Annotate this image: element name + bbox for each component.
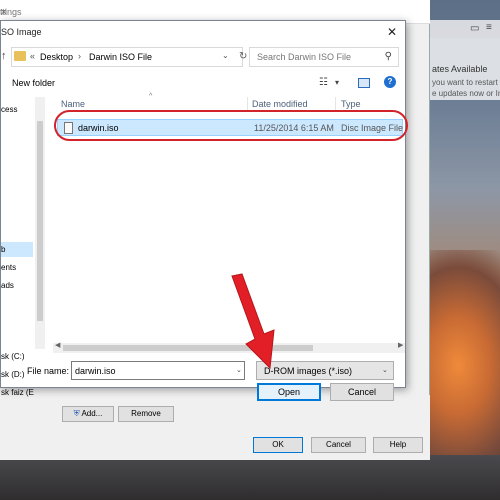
breadcrumb-desktop[interactable]: Desktop — [40, 52, 73, 62]
file-name-label: File name: — [27, 366, 70, 376]
column-header-type[interactable]: Type — [341, 99, 361, 109]
notification-icons-bar: ▭ ≡ — [430, 20, 500, 38]
nav-item-documents[interactable]: ents — [1, 263, 16, 272]
breadcrumb-chevron-icon: › — [78, 51, 81, 61]
dialog-title: SO Image — [1, 27, 42, 37]
column-divider[interactable] — [335, 97, 336, 111]
nav-selected-highlight — [1, 242, 33, 257]
address-row: ↑ « Desktop › Darwin ISO File ⌄ ↻ Search… — [1, 45, 405, 69]
update-title: ates Available — [432, 64, 488, 74]
update-notification[interactable]: ▭ ≡ — [430, 20, 500, 100]
scroll-right-icon[interactable]: ▶ — [398, 341, 403, 349]
search-icon[interactable]: ⚲ — [385, 51, 392, 62]
file-name-input[interactable]: darwin.iso — [71, 361, 245, 380]
open-button[interactable]: Open — [257, 383, 321, 401]
folder-icon — [14, 51, 26, 61]
ok-button[interactable]: OK — [253, 437, 303, 453]
settings-close-icon[interactable]: ✕ — [0, 7, 424, 18]
nav-scrollbar-thumb[interactable] — [37, 121, 43, 321]
file-name-value: darwin.iso — [75, 366, 116, 376]
new-folder-button[interactable]: New folder — [12, 78, 55, 88]
display-icon: ▭ — [470, 23, 480, 34]
nav-item-quick-access[interactable]: cess — [1, 105, 17, 114]
file-type-dropdown-icon[interactable]: ⌄ — [382, 366, 388, 374]
address-bar[interactable]: « Desktop › Darwin ISO File ⌄ ↻ — [11, 47, 247, 67]
search-placeholder: Search Darwin ISO File — [257, 52, 352, 62]
wallpaper-ridge — [0, 455, 500, 500]
help-button[interactable]: Help — [373, 437, 423, 453]
up-arrow-icon[interactable]: ↑ — [1, 50, 7, 62]
breadcrumb-darwin-folder[interactable]: Darwin ISO File — [89, 52, 152, 62]
nav-item-desktop[interactable]: b — [1, 245, 5, 254]
scroll-left-icon[interactable]: ◀ — [55, 341, 60, 349]
help-icon[interactable]: ? — [384, 76, 396, 88]
column-divider[interactable] — [247, 97, 248, 111]
dialog-titlebar: SO Image ✕ — [1, 21, 405, 43]
column-header-name[interactable]: Name — [61, 99, 85, 109]
sort-caret-icon: ^ — [149, 93, 153, 100]
view-options-icon[interactable]: ☷ — [319, 77, 328, 88]
update-message-line1: you want to restart t — [432, 78, 500, 87]
add-label: Add... — [81, 409, 103, 418]
add-button[interactable]: ⛨ Add... — [62, 406, 114, 422]
open-file-dialog: SO Image ✕ ↑ « Desktop › Darwin ISO File… — [0, 20, 406, 401]
cancel-button[interactable]: Cancel — [330, 383, 394, 401]
refresh-icon[interactable]: ↻ — [239, 51, 247, 62]
nav-item-downloads[interactable]: ads — [1, 281, 14, 290]
dialog-close-icon[interactable]: ✕ — [387, 25, 397, 39]
preview-pane-icon[interactable] — [358, 78, 370, 88]
view-dropdown-icon[interactable]: ▾ — [335, 78, 339, 87]
update-message-line2: e updates now or Install — [432, 89, 500, 98]
remove-button[interactable]: Remove — [118, 406, 174, 422]
settings-cancel-button[interactable]: Cancel — [311, 437, 366, 453]
column-header-date[interactable]: Date modified — [252, 99, 308, 109]
add-shield-icon: ⛨ — [73, 409, 80, 418]
breadcrumb-separator-icon: « — [30, 51, 36, 61]
address-dropdown-icon[interactable]: ⌄ — [222, 51, 229, 60]
nav-item-disk-d[interactable]: sk (D:) — [1, 370, 25, 379]
nav-item-disk-e[interactable]: sk faiz (E — [1, 388, 34, 397]
dialog-toolbar: New folder ☷ ▾ ? — [1, 71, 405, 95]
search-input[interactable]: Search Darwin ISO File ⚲ — [249, 47, 399, 67]
pointer-arrow-icon — [231, 273, 275, 370]
menu-icon: ≡ — [486, 22, 492, 33]
highlight-ellipse — [54, 110, 408, 141]
nav-item-disk-c[interactable]: sk (C:) — [1, 352, 25, 361]
